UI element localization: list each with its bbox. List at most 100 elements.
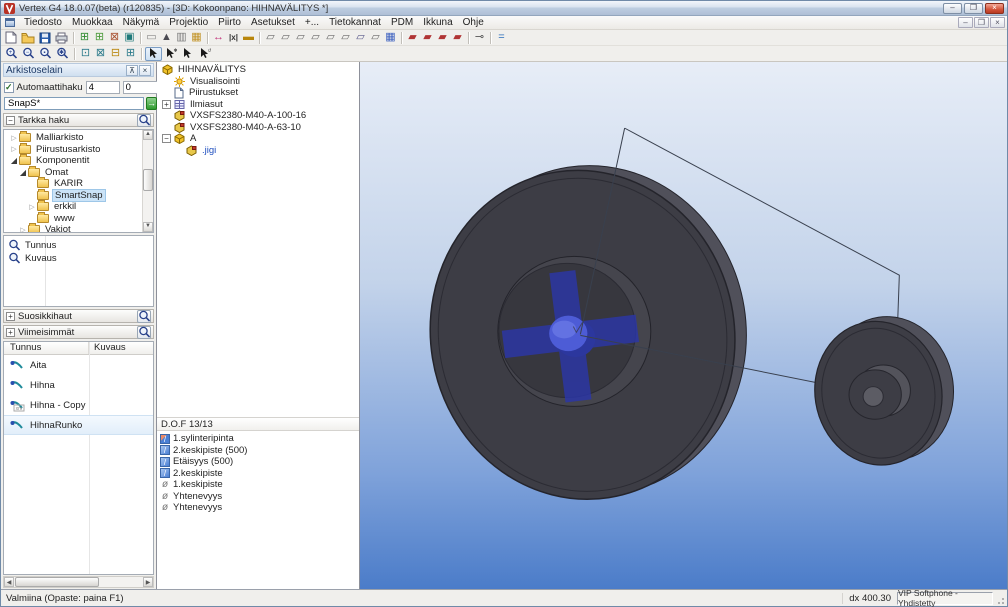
table-header[interactable]: Tunnus Kuvaus	[4, 342, 153, 355]
expanded-icon[interactable]: ◢	[9, 156, 19, 165]
view-box-1-button[interactable]: ⊡	[78, 47, 93, 61]
new-document-button[interactable]	[3, 31, 19, 45]
menu-item-ikkuna[interactable]: Ikkuna	[418, 16, 457, 29]
filter-field-kuvaus[interactable]: Kuvaus	[4, 252, 153, 265]
dof-constraint-item[interactable]: /2.keskipiste	[160, 468, 359, 480]
scroll-down-icon[interactable]: ▼	[143, 222, 153, 232]
face-red-2-button[interactable]: ▰	[420, 31, 435, 45]
model-tree-item[interactable]: VXSFS2380-M40-A-63-10	[160, 122, 359, 134]
model-tree-item[interactable]: VXSFS2380-M40-A-100-16	[160, 110, 359, 122]
menu-item-asetukset[interactable]: Asetukset	[246, 16, 300, 29]
search-input[interactable]	[4, 97, 144, 110]
zoom-in-button[interactable]: +	[3, 47, 20, 61]
insert-from-library-button[interactable]: ⊠	[107, 31, 122, 45]
surface-mesh-button[interactable]: ▦	[383, 31, 398, 45]
favorites-bar[interactable]: + Suosikkihaut	[3, 309, 154, 323]
tree-vertical-scrollbar[interactable]: ▲ ▼	[142, 130, 153, 232]
collapse-icon[interactable]: −	[6, 116, 15, 125]
model-tree-item[interactable]: −A	[160, 133, 359, 145]
menu-item-tietokannat[interactable]: Tietokannat	[324, 16, 386, 29]
surface-point-button[interactable]: ▱	[353, 31, 368, 45]
sketch-rectangle-button[interactable]: ▭	[144, 31, 159, 45]
mdi-minimize-button[interactable]: –	[958, 17, 973, 28]
menu-item-nkym[interactable]: Näkymä	[118, 16, 165, 29]
surface-move-button[interactable]: ▱	[263, 31, 278, 45]
select-point-button[interactable]	[179, 47, 196, 61]
search-go-button[interactable]: →	[146, 97, 157, 110]
dof-constraint-item[interactable]: ø1.keskipiste	[160, 479, 359, 491]
folder-tree-item[interactable]: www	[4, 213, 142, 225]
select-button[interactable]	[145, 47, 162, 61]
insert-assembly-button[interactable]: ⊞	[92, 31, 107, 45]
save-button[interactable]	[37, 31, 53, 45]
scroll-right-icon[interactable]: ▶	[143, 577, 153, 587]
surface-draw-button[interactable]: ▱	[338, 31, 353, 45]
restore-button[interactable]: ❐	[964, 3, 983, 14]
table-row[interactable]: HihnaRunko	[4, 415, 153, 435]
dof-constraint-item[interactable]: /2.keskipiste (500)	[160, 445, 359, 457]
model-tree-item[interactable]: Piirustukset	[160, 87, 359, 99]
mdi-close-button[interactable]: ×	[990, 17, 1005, 28]
material-button[interactable]: ▥	[174, 31, 189, 45]
column-kuvaus[interactable]: Kuvaus	[89, 342, 126, 354]
recent-bar[interactable]: + Viimeisimmät	[3, 325, 154, 339]
folder-tree-item[interactable]: ◢Komponentit	[4, 155, 142, 167]
mdi-document-icon[interactable]	[5, 18, 15, 27]
dof-constraint-item[interactable]: øYhtenevyys	[160, 491, 359, 503]
surface-rotate-button[interactable]: ▱	[278, 31, 293, 45]
expand-icon[interactable]: +	[6, 312, 15, 321]
menu-item-piirto[interactable]: Piirto	[213, 16, 246, 29]
model-tree-item[interactable]: +Ilmiasut	[160, 99, 359, 111]
dof-constraint-item[interactable]: /1.sylinteripinta	[160, 433, 359, 445]
left-panel-horizontal-scrollbar[interactable]: ◀ ▶	[3, 576, 154, 588]
menu-item-pdm[interactable]: PDM	[386, 16, 418, 29]
expand-icon[interactable]: +	[6, 328, 15, 337]
face-red-4-button[interactable]: ▰	[450, 31, 465, 45]
column-tunnus[interactable]: Tunnus	[4, 342, 89, 354]
scrollbar-thumb[interactable]	[143, 169, 153, 191]
zoom-out-button[interactable]: −	[20, 47, 37, 61]
table-row[interactable]: Aita	[4, 355, 153, 375]
titlebar[interactable]: Vertex G4 18.0.07(beta) (r120835) - [3D:…	[1, 1, 1007, 16]
surface-offset-button[interactable]: ▱	[293, 31, 308, 45]
menu-item-ohje[interactable]: Ohje	[458, 16, 489, 29]
softphone-status[interactable]: VIP Softphone - Yhdistetty	[897, 592, 993, 605]
collapsed-icon[interactable]: ▷	[9, 134, 19, 142]
folder-tree-item[interactable]: ◢Omat	[4, 167, 142, 179]
zoom-window-button[interactable]: ▪	[37, 47, 54, 61]
print-button[interactable]	[53, 31, 70, 45]
measure-x-button[interactable]: |x|	[226, 31, 241, 45]
scrollbar-thumb[interactable]	[15, 577, 99, 587]
dimension-button[interactable]: ↔	[211, 31, 226, 45]
collapsed-icon[interactable]: ▷	[18, 226, 28, 233]
exact-search-magnifier-button[interactable]	[137, 114, 151, 127]
recent-magnifier-button[interactable]	[137, 326, 151, 339]
equals-button[interactable]: =	[494, 31, 509, 45]
viewport-3d[interactable]	[360, 62, 1007, 589]
view-box-2-button[interactable]: ⊠	[93, 47, 108, 61]
view-box-4-button[interactable]: ⊞	[123, 47, 138, 61]
archive-browser-header[interactable]: Arkistoselain ⊼ ×	[3, 63, 154, 77]
select-snap-button[interactable]: ✱	[162, 47, 179, 61]
zoom-extents-button[interactable]: ✱	[54, 47, 71, 61]
pin-icon[interactable]: ⊼	[126, 65, 138, 76]
render-button[interactable]: ▦	[189, 31, 204, 45]
menu-item-[interactable]: +...	[300, 16, 324, 29]
model-tree-item[interactable]: .jigi	[160, 145, 359, 157]
view-box-3-button[interactable]: ⊟	[108, 47, 123, 61]
folder-tree-item[interactable]: SmartSnap	[4, 190, 142, 202]
resize-grip[interactable]	[997, 592, 1005, 605]
surface-copy-button[interactable]: ▱	[308, 31, 323, 45]
exact-search-bar[interactable]: − Tarkka haku	[3, 113, 154, 127]
menu-item-muokkaa[interactable]: Muokkaa	[67, 16, 118, 29]
autosearch-count-field[interactable]	[86, 81, 120, 94]
collapsed-icon[interactable]: ▷	[9, 145, 19, 153]
folder-tree-item[interactable]: ▷Vakiot	[4, 224, 142, 233]
dof-constraint-item[interactable]: /Etäisyys (500)	[160, 456, 359, 468]
select-curve-button[interactable]: ↺	[196, 47, 213, 61]
expanded-icon[interactable]: ◢	[18, 168, 28, 177]
collapse-icon[interactable]: −	[162, 134, 171, 143]
dof-constraint-item[interactable]: øYhtenevyys	[160, 502, 359, 514]
component-browser-button[interactable]: ▣	[122, 31, 137, 45]
insert-part-button[interactable]: ⊞	[77, 31, 92, 45]
